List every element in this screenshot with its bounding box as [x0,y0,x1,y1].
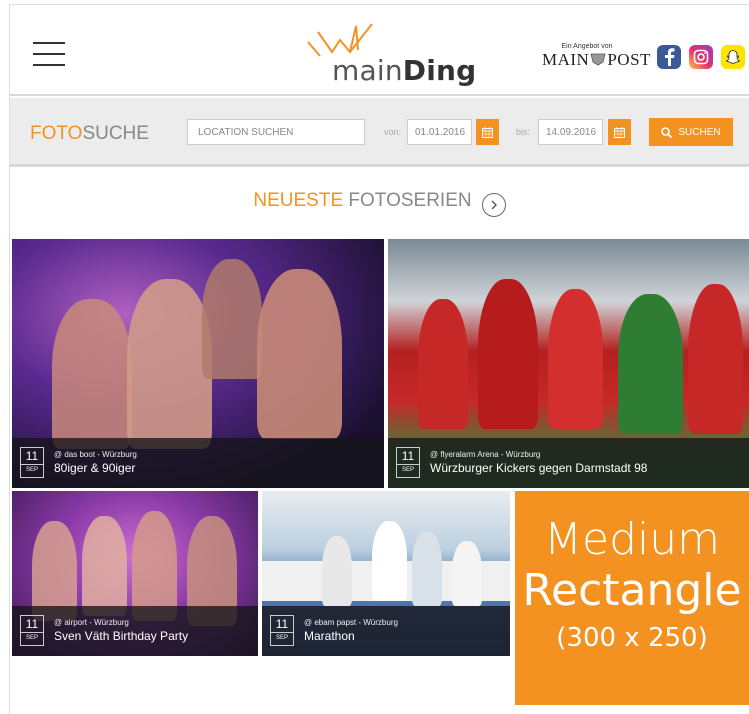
partner-name: MAIN POST [542,50,652,70]
latest-photo-series-heading: NEUESTE FOTOSERIEN [10,190,749,217]
ad-medium-rectangle[interactable]: Medium Rectangle (300 x 250) [515,491,749,705]
date-month: SEP [397,464,419,475]
date-badge: 11 SEP [20,447,44,478]
date-day: 11 [275,617,289,631]
date-day: 11 [25,449,39,463]
photo-search-title: FOTOSUCHE [30,123,149,145]
ad-line-2: Rectangle [522,565,742,616]
partner-name-right: POST [607,50,651,69]
date-day: 11 [25,617,39,631]
photo-series-tile[interactable]: 11 SEP @ flyeralarm Arena - Würzburg Würz… [388,239,749,488]
ad-line-1: Medium [544,514,720,565]
photo-caption: 11 SEP @ airport - Würzburg Sven Väth Bir… [12,606,258,656]
logo-text-light: main [332,54,403,87]
date-month: SEP [21,464,43,475]
chevron-right-icon[interactable] [481,193,506,217]
from-date-input[interactable]: 01.01.2016 [407,119,472,145]
photo-title: Marathon [304,629,355,643]
partner-tagline: Ein Angebot von [561,43,613,50]
logo-text-bold: Ding [402,54,477,87]
photo-location: @ das boot - Würzburg [54,450,137,459]
search-button-label: SUCHEN [678,126,721,138]
coat-of-arms-icon [590,53,606,66]
snapchat-icon[interactable] [721,45,745,69]
photo-caption: 11 SEP @ das boot - Würzburg 80iger & 90i… [12,438,384,488]
photo-location: @ flyeralarm Arena - Würzburg [430,450,541,459]
menu-icon[interactable] [33,42,65,66]
date-month: SEP [271,632,293,643]
search-button[interactable]: SUCHEN [649,118,733,146]
instagram-icon[interactable] [689,45,713,69]
photo-caption: 11 SEP @ flyeralarm Arena - Würzburg Würz… [388,438,749,488]
ad-line-3: (300 x 250) [556,623,708,653]
location-search-input[interactable]: LOCATION SUCHEN [187,119,365,145]
date-month: SEP [21,632,43,643]
to-date-input[interactable]: 14.09.2016 [538,119,603,145]
to-date-label: bis: [516,127,531,137]
date-day: 11 [401,449,415,463]
photo-search-title-rest: SUCHE [82,123,149,144]
logo-wordmark: mainDing [332,54,476,87]
search-icon [661,126,673,138]
to-calendar-icon[interactable] [608,119,631,145]
photo-title: Würzburger Kickers gegen Darmstadt 98 [430,461,648,475]
site-header: mainDing Ein Angebot von MAIN POST [10,5,749,96]
date-badge: 11 SEP [270,615,294,646]
from-date-label: von: [384,127,402,137]
mainpost-logo[interactable]: Ein Angebot von MAIN POST [542,43,652,70]
from-calendar-icon[interactable] [476,119,499,145]
heading-accent: NEUESTE [253,190,344,211]
mainding-logo[interactable]: mainDing [300,22,480,92]
heading-rest: FOTOSERIEN [343,190,472,211]
photo-series-tile[interactable]: 11 SEP @ airport - Würzburg Sven Väth Bir… [12,491,258,656]
photo-series-tile[interactable]: 11 SEP @ ebam papst - Würzburg Marathon [262,491,510,656]
photo-title: 80iger & 90iger [54,461,136,475]
photo-series-tile[interactable]: 11 SEP @ das boot - Würzburg 80iger & 90i… [12,239,384,488]
date-badge: 11 SEP [396,447,420,478]
photo-search-bar: FOTOSUCHE LOCATION SUCHEN von: 01.01.201… [10,98,749,167]
photo-location: @ ebam papst - Würzburg [304,618,398,627]
photo-search-title-accent: FOTO [30,123,83,144]
photo-caption: 11 SEP @ ebam papst - Würzburg Marathon [262,606,510,656]
partner-name-left: MAIN [542,50,590,69]
date-badge: 11 SEP [20,615,44,646]
photo-title: Sven Väth Birthday Party [54,629,189,643]
photo-location: @ airport - Würzburg [54,618,129,627]
facebook-icon[interactable] [657,45,681,69]
